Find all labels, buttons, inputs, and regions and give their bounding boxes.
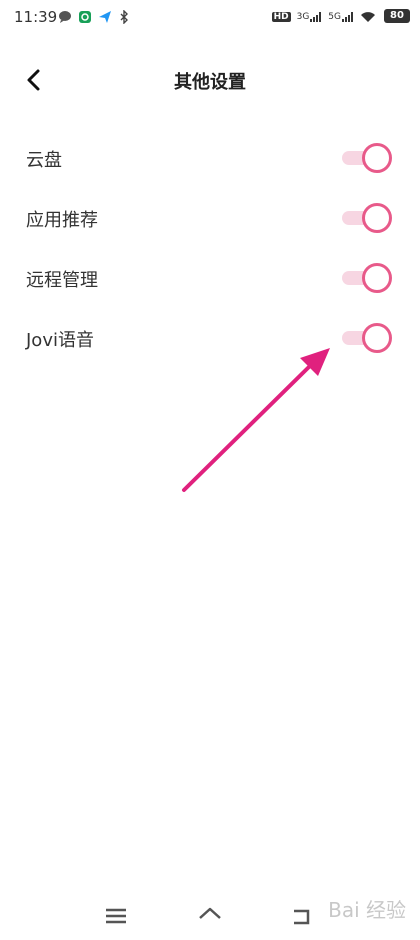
back-icon <box>294 909 310 925</box>
toggle-remote-manage[interactable] <box>342 263 392 293</box>
signal-3g-icon <box>310 12 322 22</box>
header: 其他设置 <box>0 58 420 102</box>
toggle-cloud[interactable] <box>342 143 392 173</box>
network-3g: 3G <box>297 12 323 22</box>
wifi-icon <box>361 12 375 22</box>
status-time: 11:39 <box>14 8 58 26</box>
home-button[interactable] <box>196 902 224 930</box>
hd-badge: HD <box>271 12 291 22</box>
nav-back-button[interactable] <box>288 902 316 930</box>
toggle-knob <box>362 323 392 353</box>
system-icons: HD 3G 5G <box>271 9 376 25</box>
setting-row-jovi-voice: Jovi语音 <box>0 308 420 368</box>
toggle-knob <box>362 143 392 173</box>
setting-row-remote-manage: 远程管理 <box>0 248 420 308</box>
app-icon <box>79 11 91 23</box>
notification-icons <box>58 10 130 24</box>
setting-label: 云盘 <box>26 150 62 171</box>
chat-icon <box>59 11 71 23</box>
page-title: 其他设置 <box>174 72 246 93</box>
setting-row-cloud: 云盘 <box>0 128 420 188</box>
status-bar: 11:39 HD 3G 5G 80 <box>0 0 420 34</box>
send-icon <box>99 11 111 23</box>
watermark: Bai 经验 <box>328 898 406 922</box>
settings-list: 云盘 应用推荐 远程管理 Jovi语音 <box>0 128 420 368</box>
setting-label: 远程管理 <box>26 270 98 291</box>
toggle-jovi-voice[interactable] <box>342 323 392 353</box>
toggle-app-recommend[interactable] <box>342 203 392 233</box>
menu-button[interactable] <box>102 902 130 930</box>
setting-label: 应用推荐 <box>26 210 98 231</box>
network-5g: 5G <box>328 12 354 22</box>
battery-indicator: 80 <box>384 9 410 23</box>
setting-row-app-recommend: 应用推荐 <box>0 188 420 248</box>
menu-icon <box>106 908 126 924</box>
bluetooth-icon <box>120 10 128 24</box>
setting-label: Jovi语音 <box>26 330 94 351</box>
toggle-knob <box>362 203 392 233</box>
toggle-knob <box>362 263 392 293</box>
signal-5g-icon <box>342 12 353 22</box>
home-icon <box>199 907 221 919</box>
